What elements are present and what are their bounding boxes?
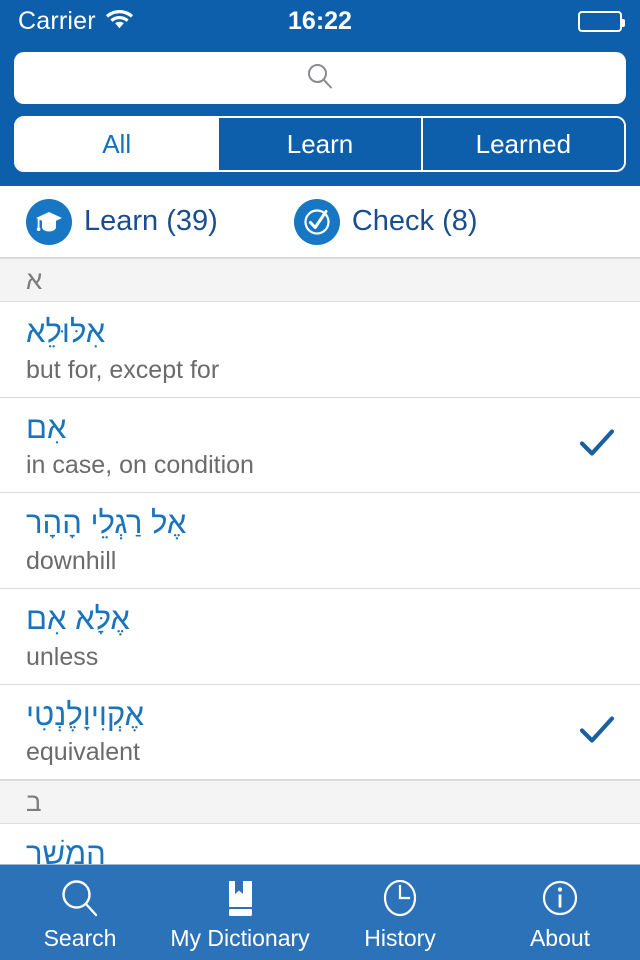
filter-segmented-control[interactable]: All Learn Learned: [14, 116, 626, 172]
app-screen: Carrier 16:22 All Learn Learned Learn (3…: [0, 0, 640, 960]
tab-history-label: History: [364, 925, 436, 951]
table-row[interactable]: אִלּוּלֵא but for, except for: [0, 302, 640, 398]
search-bar[interactable]: [14, 52, 626, 104]
status-bar: Carrier 16:22: [0, 0, 640, 42]
carrier-label: Carrier: [18, 6, 96, 35]
row-hebrew-word: הֶמשֵׁך: [26, 836, 106, 864]
tab-about[interactable]: About: [480, 865, 640, 960]
table-row[interactable]: הֶמשֵׁך: [0, 824, 640, 864]
learn-button-label: Learn (39): [84, 205, 218, 237]
header: Carrier 16:22 All Learn Learned: [0, 0, 640, 186]
tab-history[interactable]: History: [320, 865, 480, 960]
search-icon: [59, 875, 101, 921]
row-translation: in case, on condition: [26, 451, 254, 480]
table-row[interactable]: אֶקְוִיוָלֶנְטִי equivalent: [0, 684, 640, 781]
info-circle-icon: [539, 875, 581, 921]
table-row[interactable]: אִם in case, on condition: [0, 397, 640, 494]
learned-check-icon: [579, 716, 615, 749]
row-translation: downhill: [26, 547, 117, 576]
book-bookmark-icon: [219, 875, 261, 921]
battery-full-icon: [578, 10, 625, 32]
word-list[interactable]: א אִלּוּלֵא but for, except for אִם in c…: [0, 258, 640, 864]
row-translation: unless: [26, 642, 99, 671]
row-hebrew-word: אֶקְוִיוָלֶנְטִי: [26, 696, 145, 732]
learned-check-icon: [579, 429, 615, 462]
status-bar-right: [578, 10, 625, 32]
tab-bar: Search My Dictionary History About: [0, 864, 640, 960]
tab-about-label: About: [529, 925, 591, 951]
row-hebrew-word: אִם: [26, 409, 67, 445]
clock-icon: [379, 875, 421, 921]
tab-search-label: Search: [43, 925, 117, 951]
section-header-alef: א: [0, 258, 640, 302]
segment-learn[interactable]: Learn: [219, 118, 423, 170]
learn-button[interactable]: Learn (39): [26, 198, 218, 245]
action-bar: Learn (39) Check (8): [0, 186, 640, 258]
segment-learned[interactable]: Learned: [422, 118, 624, 170]
row-translation: but for, except for: [26, 355, 220, 384]
table-row[interactable]: אֶלָּא אִם unless: [0, 589, 640, 685]
filter-segmented-container: All Learn Learned: [0, 104, 640, 186]
row-hebrew-word: אֶלָּא אִם: [26, 601, 130, 637]
table-row[interactable]: אֶל רַגְלֵי הָהָר downhill: [0, 493, 640, 590]
search-bar-container: [0, 42, 640, 104]
check-button[interactable]: Check (8): [293, 198, 478, 245]
check-button-label: Check (8): [351, 205, 478, 237]
row-translation: equivalent: [26, 738, 140, 767]
graduation-cap-icon: [26, 198, 72, 245]
row-hebrew-word: אֶל רַגְלֵי הָהָר: [26, 505, 187, 541]
row-hebrew-word: אִלּוּלֵא: [26, 314, 106, 349]
status-bar-left: Carrier: [18, 7, 133, 36]
check-circle-icon: [293, 198, 340, 245]
tab-search[interactable]: Search: [0, 865, 160, 960]
segment-all[interactable]: All: [16, 118, 220, 170]
tab-my-dictionary[interactable]: My Dictionary: [160, 865, 320, 960]
wifi-icon: [105, 9, 133, 34]
tab-my-dictionary-label: My Dictionary: [170, 925, 310, 951]
search-input[interactable]: [14, 52, 626, 104]
section-header-bet: ב: [0, 780, 640, 825]
